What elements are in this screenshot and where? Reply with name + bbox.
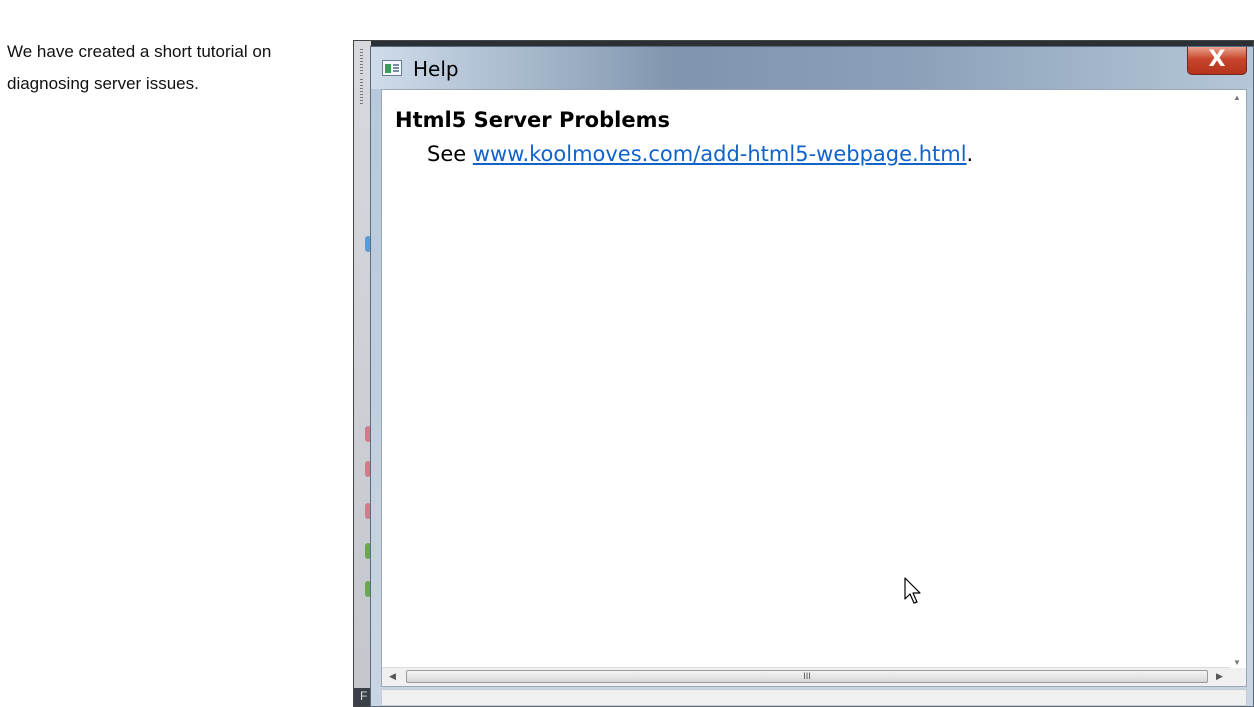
help-content-area: Html5 Server Problems See www.koolmoves.… [381, 89, 1247, 687]
help-footer-bar [381, 689, 1247, 706]
scrollbar-corner [1228, 668, 1246, 686]
horizontal-scroll-thumb[interactable]: III [406, 670, 1208, 683]
help-title: Help [413, 57, 459, 81]
scroll-right-arrow-icon[interactable]: ▶ [1216, 671, 1223, 682]
see-prefix: See [427, 142, 467, 166]
scroll-up-arrow-icon[interactable]: ▲ [1233, 93, 1241, 102]
intro-line-2: diagnosing server issues. [7, 74, 199, 93]
toolbar-grip [360, 49, 363, 75]
scroll-down-arrow-icon[interactable]: ▼ [1233, 658, 1241, 667]
background-toolbar [354, 41, 371, 706]
close-icon: X [1208, 47, 1226, 72]
help-window-icon [382, 60, 402, 76]
mouse-pointer-icon [904, 577, 921, 604]
intro-text: We have created a short tutorial on diag… [7, 36, 337, 100]
scroll-left-arrow-icon[interactable]: ◀ [389, 671, 396, 682]
toolbar-grip [360, 79, 363, 105]
help-see-line: See www.koolmoves.com/add-html5-webpage.… [427, 142, 973, 166]
background-status-text: F [360, 689, 368, 703]
see-suffix: . [966, 142, 974, 166]
vertical-scrollbar[interactable]: ▲ ▼ [1229, 90, 1246, 670]
horizontal-scrollbar[interactable]: ◀ III ▶ [382, 667, 1230, 686]
scroll-thumb-grip: III [803, 671, 811, 681]
help-window: Help X Html5 Server Problems See www.koo… [370, 46, 1254, 707]
help-heading: Html5 Server Problems [395, 108, 670, 132]
koolmoves-link[interactable]: www.koolmoves.com/add-html5-webpage.html [473, 142, 967, 166]
close-button[interactable]: X [1187, 47, 1247, 75]
intro-line-1: We have created a short tutorial on [7, 42, 272, 61]
help-titlebar[interactable]: Help X [371, 47, 1253, 89]
